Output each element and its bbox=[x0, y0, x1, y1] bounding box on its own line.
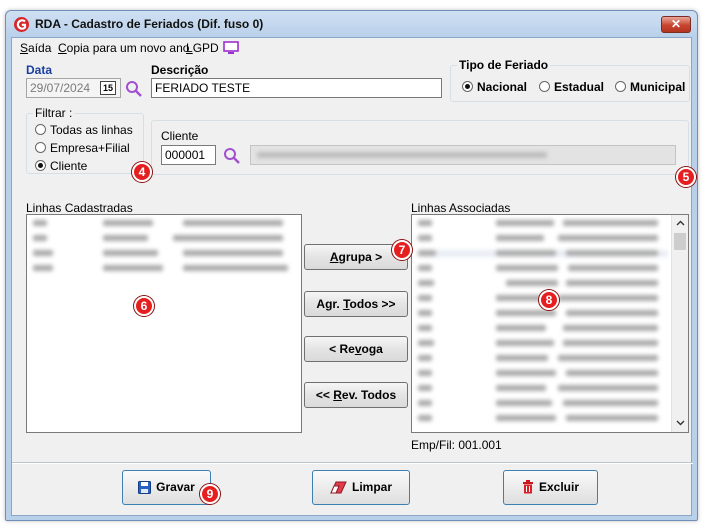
radio-dot-icon bbox=[462, 81, 473, 92]
limpar-button[interactable]: Limpar bbox=[312, 470, 410, 505]
linhas-associadas-list[interactable] bbox=[411, 214, 689, 433]
radio-empresa-filial[interactable]: Empresa+Filial bbox=[35, 141, 130, 155]
list-item[interactable] bbox=[418, 340, 668, 347]
linhas-cadastradas-list[interactable] bbox=[26, 214, 302, 433]
radio-nacional[interactable]: Nacional bbox=[462, 80, 527, 94]
radio-municipal[interactable]: Municipal bbox=[615, 80, 685, 94]
excluir-button[interactable]: Excluir bbox=[503, 470, 598, 505]
cliente-name-field-redacted bbox=[250, 145, 676, 165]
list-item[interactable] bbox=[33, 265, 293, 272]
agrupa-todos-button[interactable]: Agr. Todos >> bbox=[304, 291, 408, 317]
menu-lgpd[interactable]: LGPD bbox=[186, 41, 219, 55]
list-item[interactable] bbox=[418, 400, 668, 407]
linhas-cadastradas-label: Linhas Cadastradas bbox=[26, 201, 133, 215]
app-logo-icon bbox=[14, 17, 29, 32]
list-item[interactable] bbox=[418, 265, 668, 272]
calendar-icon[interactable]: 15 bbox=[100, 81, 116, 95]
menu-copia-novo-ano[interactable]: Copia para um novo ano bbox=[58, 41, 189, 55]
data-search-icon[interactable] bbox=[125, 80, 143, 98]
radio-estadual[interactable]: Estadual bbox=[539, 80, 604, 94]
radio-dot-icon bbox=[35, 142, 46, 153]
badge-5: 5 bbox=[676, 167, 696, 187]
list-item[interactable] bbox=[418, 385, 668, 392]
badge-6: 6 bbox=[134, 296, 154, 316]
scrollbar[interactable] bbox=[671, 215, 688, 432]
radio-dot-icon bbox=[35, 160, 46, 171]
client-area: Saída Copia para um novo ano LGPD Data 2… bbox=[11, 37, 693, 516]
close-icon: ✕ bbox=[670, 17, 682, 31]
redacted-text bbox=[257, 152, 557, 159]
trash-icon bbox=[522, 480, 533, 494]
list-item[interactable] bbox=[33, 235, 293, 242]
list-item[interactable] bbox=[418, 370, 668, 377]
title-bar: RDA - Cadastro de Feriados (Dif. fuso 0)… bbox=[6, 11, 697, 37]
linhas-associadas-label: Linhas Associadas bbox=[411, 201, 511, 215]
list-item[interactable] bbox=[33, 220, 293, 227]
radio-dot-icon bbox=[35, 124, 46, 135]
tipo-feriado-legend: Tipo de Feriado bbox=[459, 58, 549, 72]
radio-dot-icon bbox=[539, 81, 550, 92]
data-label: Data bbox=[26, 63, 53, 77]
cliente-code-field[interactable]: 000001 bbox=[161, 145, 216, 165]
list-item[interactable] bbox=[418, 235, 668, 242]
radio-dot-icon bbox=[615, 81, 626, 92]
cliente-search-icon[interactable] bbox=[223, 147, 241, 165]
menu-bar: Saída Copia para um novo ano LGPD bbox=[12, 38, 691, 58]
scroll-down-icon[interactable] bbox=[676, 420, 685, 426]
monitor-icon[interactable] bbox=[223, 41, 239, 55]
badge-8: 8 bbox=[539, 290, 559, 310]
list-item[interactable] bbox=[418, 280, 668, 287]
descricao-field[interactable]: FERIADO TESTE bbox=[151, 78, 442, 98]
save-icon bbox=[138, 481, 152, 494]
close-button[interactable]: ✕ bbox=[661, 16, 691, 33]
cliente-label: Cliente bbox=[161, 129, 199, 143]
revoga-button[interactable]: < Revoga bbox=[304, 336, 408, 362]
eraser-icon bbox=[330, 481, 347, 494]
scroll-up-icon[interactable] bbox=[676, 220, 685, 226]
list-item[interactable] bbox=[418, 355, 668, 362]
empresa-filial-label: Emp/Fil: 001.001 bbox=[411, 438, 502, 452]
filtrar-legend: Filtrar : bbox=[35, 106, 73, 120]
list-item[interactable] bbox=[418, 310, 668, 317]
descricao-label: Descrição bbox=[151, 63, 209, 77]
separator bbox=[12, 462, 693, 464]
revoga-todos-button[interactable]: << Rev. Todos bbox=[304, 382, 408, 408]
list-item[interactable] bbox=[418, 325, 668, 332]
badge-4: 4 bbox=[132, 162, 152, 182]
list-item[interactable] bbox=[33, 250, 293, 257]
badge-7: 7 bbox=[392, 240, 412, 260]
radio-todas-linhas[interactable]: Todas as linhas bbox=[35, 123, 133, 137]
list-item[interactable] bbox=[418, 250, 668, 257]
badge-9: 9 bbox=[200, 484, 220, 504]
menu-saida[interactable]: Saída bbox=[20, 41, 51, 55]
list-item[interactable] bbox=[418, 220, 668, 227]
gravar-button[interactable]: Gravar bbox=[122, 470, 211, 505]
list-item[interactable] bbox=[418, 415, 668, 422]
window-title: RDA - Cadastro de Feriados (Dif. fuso 0) bbox=[35, 17, 264, 31]
radio-cliente[interactable]: Cliente bbox=[35, 159, 87, 173]
app-window: RDA - Cadastro de Feriados (Dif. fuso 0)… bbox=[5, 10, 698, 521]
scroll-thumb[interactable] bbox=[674, 233, 686, 250]
